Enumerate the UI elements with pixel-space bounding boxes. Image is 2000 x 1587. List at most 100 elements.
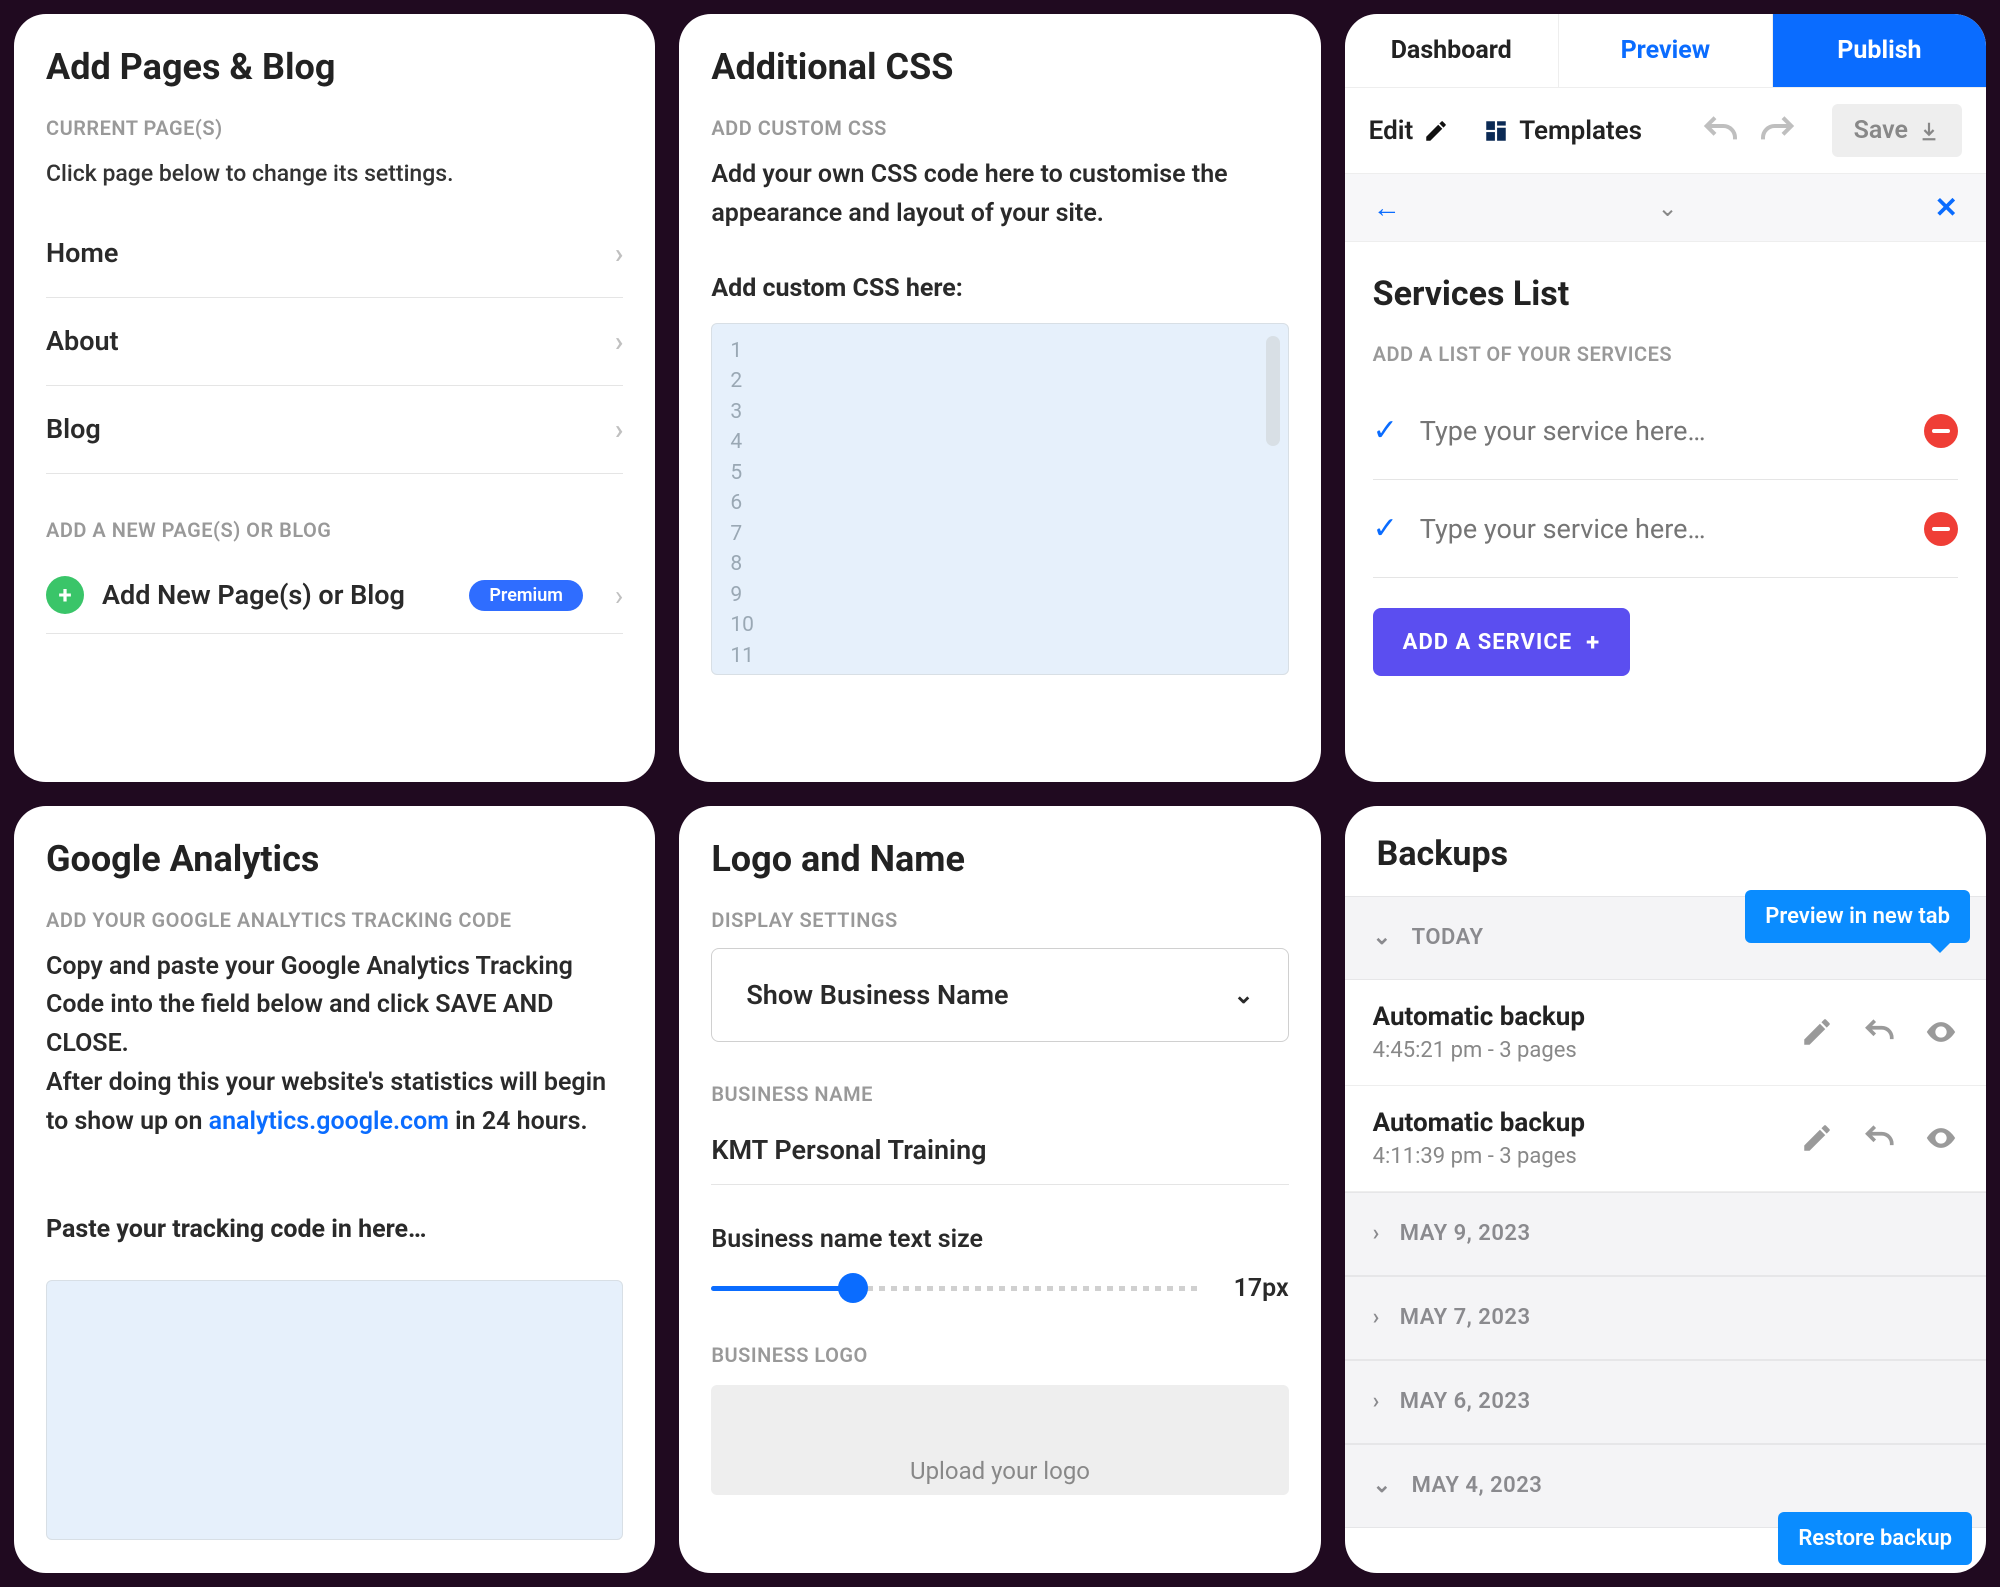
- add-page-section-label: ADD A NEW PAGE(S) OR BLOG: [46, 518, 623, 542]
- backup-group-label: MAY 9, 2023: [1400, 1221, 1531, 1246]
- css-desc: Add your own CSS code here to customise …: [711, 156, 1288, 234]
- eye-icon[interactable]: [1924, 1121, 1958, 1155]
- service-row: ✓: [1373, 480, 1958, 578]
- premium-badge: Premium: [469, 580, 583, 611]
- templates-icon: [1483, 118, 1509, 144]
- restore-tooltip: Restore backup: [1778, 1512, 1972, 1565]
- check-icon[interactable]: ✓: [1373, 413, 1398, 448]
- backups-title: Backups: [1377, 834, 1954, 874]
- ga-code-input[interactable]: [46, 1280, 623, 1540]
- backups-panel: Backups ⌄ TODAY Automatic backup 4:45:21…: [1345, 806, 1986, 1574]
- chevron-down-icon: ⌄: [1234, 981, 1254, 1009]
- backup-group[interactable]: › MAY 9, 2023: [1345, 1192, 1986, 1276]
- restore-icon[interactable]: [1862, 1121, 1896, 1155]
- check-icon[interactable]: ✓: [1373, 511, 1398, 546]
- templates-button[interactable]: Templates: [1483, 116, 1642, 146]
- text-size-value: 17px: [1234, 1274, 1289, 1303]
- preview-tooltip: Preview in new tab: [1745, 890, 1970, 943]
- service-input[interactable]: [1420, 513, 1902, 545]
- backup-group-label: MAY 4, 2023: [1412, 1473, 1543, 1498]
- add-service-button[interactable]: ADD A SERVICE +: [1373, 608, 1631, 676]
- edit-button[interactable]: Edit: [1369, 116, 1450, 146]
- eye-icon[interactable]: [1924, 1015, 1958, 1049]
- chevron-down-icon[interactable]: ⌄: [1658, 194, 1678, 222]
- tab-dashboard[interactable]: Dashboard: [1345, 14, 1559, 87]
- display-settings-label: DISPLAY SETTINGS: [711, 908, 1288, 932]
- undo-icon[interactable]: [1700, 111, 1740, 151]
- pages-panel: Add Pages & Blog CURRENT PAGE(S) Click p…: [14, 14, 655, 782]
- services-sub: ADD A LIST OF YOUR SERVICES: [1373, 342, 1958, 366]
- pencil-icon[interactable]: [1800, 1015, 1834, 1049]
- backup-group-label: MAY 7, 2023: [1400, 1305, 1531, 1330]
- css-code-editor[interactable]: 1 2 3 4 5 6 7 8 9 10 11: [711, 323, 1288, 675]
- current-pages-label: CURRENT PAGE(S): [46, 116, 623, 140]
- css-panel: Additional CSS ADD CUSTOM CSS Add your o…: [679, 14, 1320, 782]
- chevron-right-icon: ›: [615, 325, 623, 358]
- edit-label: Edit: [1369, 116, 1414, 146]
- business-name-input[interactable]: KMT Personal Training: [711, 1122, 1288, 1185]
- save-button[interactable]: Save: [1832, 104, 1962, 157]
- templates-label: Templates: [1519, 116, 1642, 146]
- logo-title: Logo and Name: [711, 838, 1288, 880]
- add-page-label: Add New Page(s) or Blog: [102, 579, 451, 611]
- ga-sub: ADD YOUR GOOGLE ANALYTICS TRACKING CODE: [46, 908, 623, 932]
- business-logo-label: BUSINESS LOGO: [711, 1343, 1288, 1367]
- backup-meta: 4:11:39 pm - 3 pages: [1373, 1144, 1585, 1169]
- download-icon: [1918, 120, 1940, 142]
- ga-panel: Google Analytics ADD YOUR GOOGLE ANALYTI…: [14, 806, 655, 1574]
- slider-thumb[interactable]: [838, 1273, 868, 1303]
- select-value: Show Business Name: [746, 979, 1008, 1011]
- ga-desc: Copy and paste your Google Analytics Tra…: [46, 948, 623, 1142]
- page-row-blog[interactable]: Blog ›: [46, 386, 623, 474]
- logo-panel: Logo and Name DISPLAY SETTINGS Show Busi…: [679, 806, 1320, 1574]
- redo-icon[interactable]: [1758, 111, 1798, 151]
- close-icon[interactable]: ✕: [1935, 191, 1958, 224]
- css-sub: ADD CUSTOM CSS: [711, 116, 1288, 140]
- service-input[interactable]: [1420, 415, 1902, 447]
- restore-icon[interactable]: [1862, 1015, 1896, 1049]
- services-title: Services List: [1373, 274, 1958, 314]
- text-size-slider[interactable]: [711, 1286, 1199, 1291]
- backup-title: Automatic backup: [1373, 1002, 1585, 1032]
- add-page-row[interactable]: + Add New Page(s) or Blog Premium ›: [46, 558, 623, 634]
- delete-service-icon[interactable]: [1924, 414, 1958, 448]
- ga-field-label: Paste your tracking code in here…: [46, 1215, 623, 1244]
- backup-row: Automatic backup 4:11:39 pm - 3 pages: [1345, 1086, 1986, 1192]
- backup-group-label: TODAY: [1412, 925, 1484, 950]
- service-row: ✓: [1373, 382, 1958, 480]
- delete-service-icon[interactable]: [1924, 512, 1958, 546]
- chevron-down-icon: ⌄: [1373, 1473, 1392, 1498]
- pencil-icon[interactable]: [1800, 1121, 1834, 1155]
- backup-group[interactable]: › MAY 7, 2023: [1345, 1276, 1986, 1360]
- pages-title: Add Pages & Blog: [46, 46, 623, 88]
- services-panel: Dashboard Preview Publish Edit Templates…: [1345, 14, 1986, 782]
- breadcrumb-bar: ← ⌄ ✕: [1345, 174, 1986, 242]
- ga-link[interactable]: analytics.google.com: [209, 1107, 449, 1136]
- chevron-down-icon: ⌄: [1373, 925, 1392, 950]
- business-name-label: BUSINESS NAME: [711, 1082, 1288, 1106]
- top-tabs: Dashboard Preview Publish: [1345, 14, 1986, 88]
- tab-preview[interactable]: Preview: [1559, 14, 1773, 87]
- tab-publish[interactable]: Publish: [1773, 14, 1986, 87]
- page-label: About: [46, 325, 119, 357]
- page-row-about[interactable]: About ›: [46, 298, 623, 386]
- backup-group-label: MAY 6, 2023: [1400, 1389, 1531, 1414]
- page-row-home[interactable]: Home ›: [46, 210, 623, 298]
- backup-group[interactable]: › MAY 6, 2023: [1345, 1360, 1986, 1444]
- slider-fill: [711, 1286, 853, 1291]
- page-label: Blog: [46, 413, 101, 445]
- chevron-right-icon: ›: [615, 579, 623, 612]
- upload-logo-label: Upload your logo: [910, 1457, 1090, 1485]
- editor-toolbar: Edit Templates Save: [1345, 88, 1986, 174]
- chevron-right-icon: ›: [615, 237, 623, 270]
- upload-logo-area[interactable]: Upload your logo: [711, 1385, 1288, 1495]
- display-select[interactable]: Show Business Name ⌄: [711, 948, 1288, 1042]
- chevron-right-icon: ›: [1373, 1389, 1380, 1414]
- current-pages-desc: Click page below to change its settings.: [46, 156, 623, 192]
- code-scrollbar[interactable]: [1266, 336, 1280, 446]
- save-label: Save: [1854, 116, 1908, 145]
- back-arrow-icon[interactable]: ←: [1373, 191, 1401, 224]
- page-label: Home: [46, 237, 118, 269]
- plus-icon: +: [46, 576, 84, 614]
- add-service-label: ADD A SERVICE: [1403, 630, 1572, 655]
